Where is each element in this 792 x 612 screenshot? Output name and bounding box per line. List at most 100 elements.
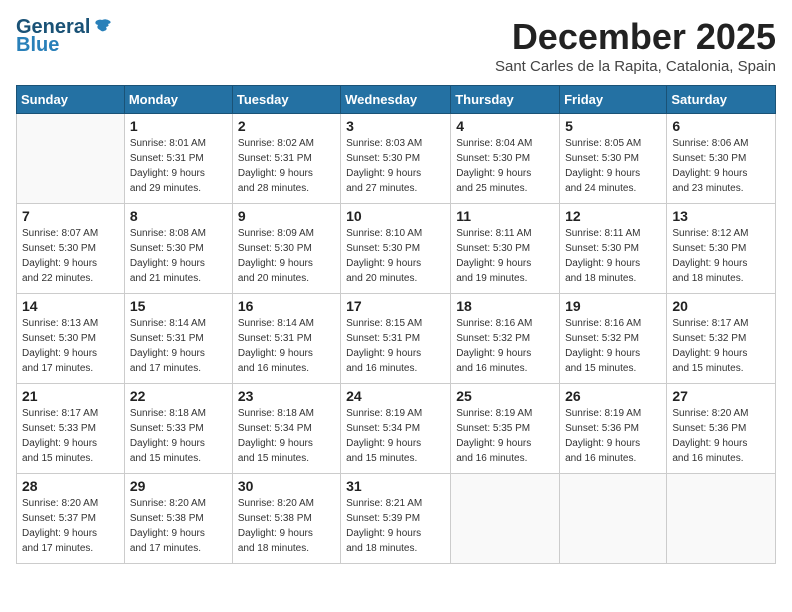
day-number: 7 xyxy=(22,208,119,224)
day-number: 13 xyxy=(672,208,770,224)
day-number: 15 xyxy=(130,298,227,314)
calendar-cell: 16Sunrise: 8:14 AM Sunset: 5:31 PM Dayli… xyxy=(232,294,340,384)
calendar-cell: 25 Sunrise: 8:19 AM Sunset: 5:35 PM Dayli… xyxy=(451,384,560,474)
calendar-cell: 14Sunrise: 8:13 AM Sunset: 5:30 PM Dayli… xyxy=(17,294,125,384)
calendar-cell: 28Sunrise: 8:20 AM Sunset: 5:37 PM Dayli… xyxy=(17,474,125,564)
day-info: Sunrise: 8:03 AM Sunset: 5:30 PM Dayligh… xyxy=(346,136,445,196)
day-info: Sunrise: 8:13 AM Sunset: 5:30 PM Dayligh… xyxy=(22,316,119,376)
day-info: Sunrise: 8:18 AM Sunset: 5:33 PM Dayligh… xyxy=(130,406,227,466)
day-number: 12 xyxy=(565,208,661,224)
day-number: 24 xyxy=(346,388,445,404)
calendar-cell: 15 Sunrise: 8:14 AM Sunset: 5:31 PM Dayli… xyxy=(124,294,232,384)
week-row-4: 21 Sunrise: 8:17 AM Sunset: 5:33 PM Dayli… xyxy=(17,384,776,474)
day-info: Sunrise: 8:11 AM Sunset: 5:30 PM Dayligh… xyxy=(565,226,661,286)
calendar-cell: 10Sunrise: 8:10 AM Sunset: 5:30 PM Dayli… xyxy=(341,204,451,294)
day-header-thursday: Thursday xyxy=(451,86,560,114)
day-info: Sunrise: 8:04 AM Sunset: 5:30 PM Dayligh… xyxy=(456,136,554,196)
day-header-sunday: Sunday xyxy=(17,86,125,114)
day-header-wednesday: Wednesday xyxy=(341,86,451,114)
day-number: 3 xyxy=(346,118,445,134)
day-info: Sunrise: 8:16 AM Sunset: 5:32 PM Dayligh… xyxy=(456,316,554,376)
calendar-cell: 30 Sunrise: 8:20 AM Sunset: 5:38 PM Dayli… xyxy=(232,474,340,564)
week-row-5: 28Sunrise: 8:20 AM Sunset: 5:37 PM Dayli… xyxy=(17,474,776,564)
header: General Blue December 2025 Sant Carles d… xyxy=(16,16,776,75)
calendar-cell: 18 Sunrise: 8:16 AM Sunset: 5:32 PM Dayli… xyxy=(451,294,560,384)
day-info: Sunrise: 8:21 AM Sunset: 5:39 PM Dayligh… xyxy=(346,496,445,556)
day-info: Sunrise: 8:12 AM Sunset: 5:30 PM Dayligh… xyxy=(672,226,770,286)
calendar-cell: 21 Sunrise: 8:17 AM Sunset: 5:33 PM Dayli… xyxy=(17,384,125,474)
month-title: December 2025 xyxy=(495,16,776,58)
day-info: Sunrise: 8:20 AM Sunset: 5:38 PM Dayligh… xyxy=(238,496,335,556)
day-number: 19 xyxy=(565,298,661,314)
calendar-cell xyxy=(451,474,560,564)
calendar-cell: 19 Sunrise: 8:16 AM Sunset: 5:32 PM Dayli… xyxy=(560,294,667,384)
day-info: Sunrise: 8:09 AM Sunset: 5:30 PM Dayligh… xyxy=(238,226,335,286)
day-info: Sunrise: 8:14 AM Sunset: 5:31 PM Dayligh… xyxy=(130,316,227,376)
calendar-cell xyxy=(560,474,667,564)
calendar-cell: 1Sunrise: 8:01 AM Sunset: 5:31 PM Daylig… xyxy=(124,114,232,204)
day-header-saturday: Saturday xyxy=(667,86,776,114)
day-header-monday: Monday xyxy=(124,86,232,114)
day-info: Sunrise: 8:19 AM Sunset: 5:36 PM Dayligh… xyxy=(565,406,661,466)
day-number: 16 xyxy=(238,298,335,314)
day-header-friday: Friday xyxy=(560,86,667,114)
calendar-cell: 12 Sunrise: 8:11 AM Sunset: 5:30 PM Dayli… xyxy=(560,204,667,294)
day-info: Sunrise: 8:20 AM Sunset: 5:36 PM Dayligh… xyxy=(672,406,770,466)
day-number: 8 xyxy=(130,208,227,224)
day-number: 18 xyxy=(456,298,554,314)
day-number: 20 xyxy=(672,298,770,314)
location-subtitle: Sant Carles de la Rapita, Catalonia, Spa… xyxy=(495,58,776,75)
calendar-cell: 20Sunrise: 8:17 AM Sunset: 5:32 PM Dayli… xyxy=(667,294,776,384)
calendar-cell: 7 Sunrise: 8:07 AM Sunset: 5:30 PM Daylig… xyxy=(17,204,125,294)
day-info: Sunrise: 8:02 AM Sunset: 5:31 PM Dayligh… xyxy=(238,136,335,196)
day-number: 9 xyxy=(238,208,335,224)
day-info: Sunrise: 8:16 AM Sunset: 5:32 PM Dayligh… xyxy=(565,316,661,376)
day-number: 30 xyxy=(238,478,335,494)
logo: General Blue xyxy=(16,16,114,56)
day-info: Sunrise: 8:05 AM Sunset: 5:30 PM Dayligh… xyxy=(565,136,661,196)
day-number: 21 xyxy=(22,388,119,404)
day-number: 17 xyxy=(346,298,445,314)
calendar-cell: 26 Sunrise: 8:19 AM Sunset: 5:36 PM Dayli… xyxy=(560,384,667,474)
calendar-cell: 11 Sunrise: 8:11 AM Sunset: 5:30 PM Dayli… xyxy=(451,204,560,294)
week-row-3: 14Sunrise: 8:13 AM Sunset: 5:30 PM Dayli… xyxy=(17,294,776,384)
day-number: 23 xyxy=(238,388,335,404)
calendar-cell: 13 Sunrise: 8:12 AM Sunset: 5:30 PM Dayli… xyxy=(667,204,776,294)
calendar-cell: 22Sunrise: 8:18 AM Sunset: 5:33 PM Dayli… xyxy=(124,384,232,474)
calendar-cell: 6 Sunrise: 8:06 AM Sunset: 5:30 PM Daylig… xyxy=(667,114,776,204)
calendar-cell: 24Sunrise: 8:19 AM Sunset: 5:34 PM Dayli… xyxy=(341,384,451,474)
day-number: 26 xyxy=(565,388,661,404)
day-info: Sunrise: 8:01 AM Sunset: 5:31 PM Dayligh… xyxy=(130,136,227,196)
day-info: Sunrise: 8:06 AM Sunset: 5:30 PM Dayligh… xyxy=(672,136,770,196)
calendar-cell: 4 Sunrise: 8:04 AM Sunset: 5:30 PM Daylig… xyxy=(451,114,560,204)
day-number: 31 xyxy=(346,478,445,494)
title-area: December 2025 Sant Carles de la Rapita, … xyxy=(495,16,776,75)
day-info: Sunrise: 8:20 AM Sunset: 5:38 PM Dayligh… xyxy=(130,496,227,556)
calendar-cell: 3 Sunrise: 8:03 AM Sunset: 5:30 PM Daylig… xyxy=(341,114,451,204)
week-row-1: 1Sunrise: 8:01 AM Sunset: 5:31 PM Daylig… xyxy=(17,114,776,204)
calendar-cell: 9 Sunrise: 8:09 AM Sunset: 5:30 PM Daylig… xyxy=(232,204,340,294)
day-number: 2 xyxy=(238,118,335,134)
day-number: 25 xyxy=(456,388,554,404)
calendar-cell: 17 Sunrise: 8:15 AM Sunset: 5:31 PM Dayli… xyxy=(341,294,451,384)
logo-blue: Blue xyxy=(16,34,114,56)
day-number: 11 xyxy=(456,208,554,224)
day-info: Sunrise: 8:11 AM Sunset: 5:30 PM Dayligh… xyxy=(456,226,554,286)
day-header-tuesday: Tuesday xyxy=(232,86,340,114)
calendar-cell: 8 Sunrise: 8:08 AM Sunset: 5:30 PM Daylig… xyxy=(124,204,232,294)
day-info: Sunrise: 8:19 AM Sunset: 5:35 PM Dayligh… xyxy=(456,406,554,466)
day-info: Sunrise: 8:20 AM Sunset: 5:37 PM Dayligh… xyxy=(22,496,119,556)
calendar-cell: 2 Sunrise: 8:02 AM Sunset: 5:31 PM Daylig… xyxy=(232,114,340,204)
calendar-cell: 29Sunrise: 8:20 AM Sunset: 5:38 PM Dayli… xyxy=(124,474,232,564)
day-number: 4 xyxy=(456,118,554,134)
day-info: Sunrise: 8:17 AM Sunset: 5:33 PM Dayligh… xyxy=(22,406,119,466)
day-number: 10 xyxy=(346,208,445,224)
day-info: Sunrise: 8:08 AM Sunset: 5:30 PM Dayligh… xyxy=(130,226,227,286)
day-info: Sunrise: 8:15 AM Sunset: 5:31 PM Dayligh… xyxy=(346,316,445,376)
calendar-table: SundayMondayTuesdayWednesdayThursdayFrid… xyxy=(16,85,776,564)
calendar-cell: 31 Sunrise: 8:21 AM Sunset: 5:39 PM Dayli… xyxy=(341,474,451,564)
day-info: Sunrise: 8:07 AM Sunset: 5:30 PM Dayligh… xyxy=(22,226,119,286)
day-number: 6 xyxy=(672,118,770,134)
calendar-cell: 5Sunrise: 8:05 AM Sunset: 5:30 PM Daylig… xyxy=(560,114,667,204)
day-info: Sunrise: 8:18 AM Sunset: 5:34 PM Dayligh… xyxy=(238,406,335,466)
